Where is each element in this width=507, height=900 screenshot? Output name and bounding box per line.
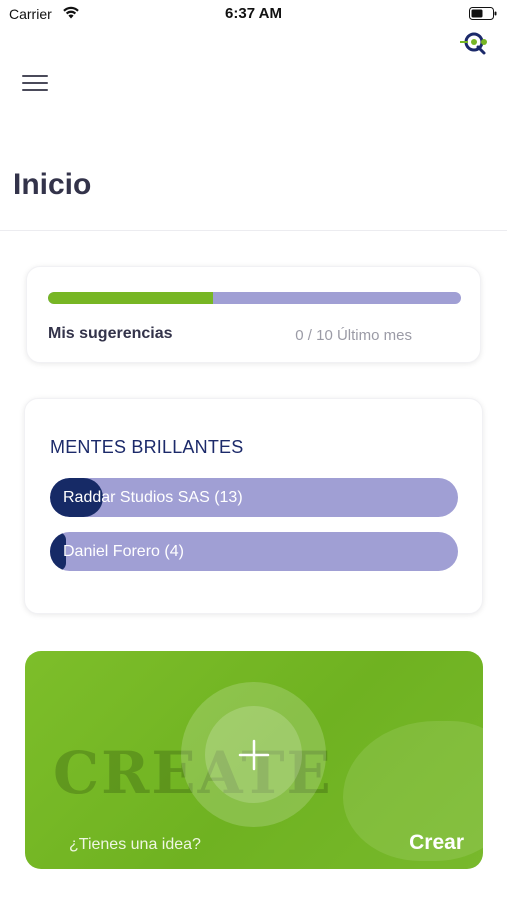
mente-item-raddar[interactable]: Raddar Studios SAS (13)	[50, 478, 458, 517]
status-bar: Carrier 6:37 AM	[0, 0, 507, 28]
suggestions-card: Mis sugerencias 0 / 10 Último mes	[26, 266, 481, 363]
create-idea-card[interactable]: CREATE ¿Tienes una idea? Crear	[25, 651, 483, 869]
header-divider	[0, 230, 507, 231]
mente-item-daniel[interactable]: Daniel Forero (4)	[50, 532, 458, 571]
mente-label: Raddar Studios SAS (13)	[63, 489, 243, 506]
page-title: Inicio	[13, 168, 92, 201]
clock: 6:37 AM	[225, 5, 282, 22]
suggestions-progress-bar	[48, 292, 461, 304]
suggestions-progress-fill	[48, 292, 214, 304]
menu-icon[interactable]	[22, 74, 48, 92]
app-logo-icon	[460, 32, 487, 55]
create-button[interactable]: Crear	[409, 831, 464, 855]
create-prompt: ¿Tienes una idea?	[69, 836, 201, 853]
plus-icon[interactable]	[238, 739, 270, 771]
suggestions-count: 0 / 10 Último mes	[295, 327, 412, 344]
mentes-brillantes-card: MENTES BRILLANTES Raddar Studios SAS (13…	[24, 398, 483, 614]
mentes-title: MENTES BRILLANTES	[50, 437, 244, 457]
mente-label: Daniel Forero (4)	[63, 543, 184, 560]
battery-icon	[469, 7, 497, 20]
suggestions-label: Mis sugerencias	[48, 325, 173, 342]
